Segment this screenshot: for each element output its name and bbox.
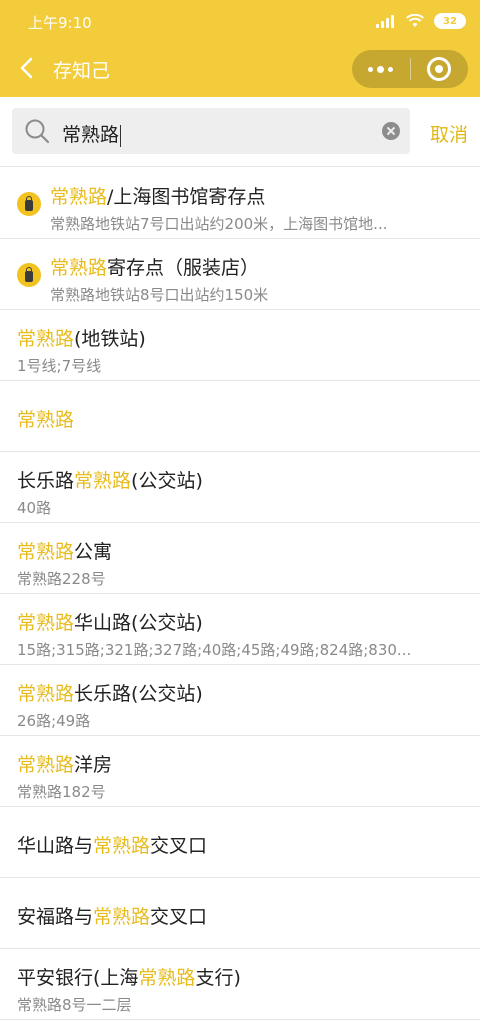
title-text: 交叉口: [150, 906, 208, 928]
title-text: 华山路(公交站): [74, 612, 203, 634]
result-row[interactable]: 平安银行(上海常熟路支行) 常熟路8号一二层: [0, 949, 480, 1020]
close-mini-program-button[interactable]: [410, 50, 468, 88]
title-text: 平安银行(上海: [17, 967, 139, 989]
result-row[interactable]: 华山路与常熟路交叉口: [0, 807, 480, 878]
result-subtitle: 常熟路地铁站8号口出站约150米: [50, 286, 269, 304]
highlighted-match: 常熟路: [17, 683, 75, 705]
result-row[interactable]: 常熟路(地铁站) 1号线;7号线: [0, 310, 480, 381]
search-icon: [25, 119, 50, 144]
search-input[interactable]: 常熟路: [12, 108, 410, 154]
result-row[interactable]: 常熟路长乐路(公交站) 26路;49路: [0, 665, 480, 736]
result-title: 华山路与常熟路交叉口: [17, 831, 207, 858]
result-row[interactable]: 常熟路寄存点（服装店） 常熟路地铁站8号口出站约150米: [0, 239, 480, 310]
search-area: 常熟路 取消: [0, 97, 480, 167]
highlighted-match: 常熟路: [17, 409, 75, 431]
highlighted-match: 常熟路: [138, 967, 196, 989]
results-list: 常熟路/上海图书馆寄存点 常熟路地铁站7号口出站约200米，上海图书馆地... 常熟…: [0, 168, 480, 1020]
result-subtitle: 15路;315路;321路;327路;40路;45路;49路;824路;830.…: [17, 641, 412, 659]
result-title: 常熟路华山路(公交站): [17, 608, 203, 635]
highlighted-match: 常熟路: [93, 835, 151, 857]
result-row[interactable]: 安福路与常熟路交叉口: [0, 878, 480, 949]
result-subtitle: 40路: [17, 499, 52, 517]
title-text: (地铁站): [74, 328, 146, 350]
status-bar: 上午9:10 32: [0, 0, 480, 40]
result-row[interactable]: 常熟路/上海图书馆寄存点常熟路地铁站7号口出站约200米，上海图书馆地...: [0, 168, 480, 239]
mini-program-capsule: [352, 50, 468, 88]
result-subtitle: 常熟路182号: [17, 783, 106, 801]
title-text: 洋房: [74, 754, 113, 776]
result-title: 平安银行(上海常熟路支行): [17, 963, 241, 990]
title-text: 安福路与: [17, 906, 94, 928]
battery-icon: 32: [434, 13, 466, 29]
luggage-store-icon: [17, 263, 41, 287]
page-title: 存知己: [53, 60, 111, 82]
luggage-store-icon: [17, 192, 41, 216]
result-title: 安福路与常熟路交叉口: [17, 902, 207, 929]
result-subtitle: 26路;49路: [17, 712, 91, 730]
more-dots-icon: [368, 65, 394, 73]
search-query-wrap: 常熟路: [62, 120, 122, 147]
highlighted-match: 常熟路: [17, 328, 75, 350]
result-subtitle: 常熟路228号: [17, 570, 106, 588]
wifi-icon: [406, 14, 424, 27]
title-text: 交叉口: [150, 835, 208, 857]
signal-icon: [376, 14, 396, 28]
highlighted-match: 常熟路: [50, 257, 108, 279]
result-row[interactable]: 常熟路洋房常熟路182号: [0, 736, 480, 807]
result-row[interactable]: 常熟路公寓常熟路228号: [0, 523, 480, 594]
result-row[interactable]: 常熟路: [0, 381, 480, 452]
header: 上午9:10 32 存知己: [0, 0, 480, 97]
result-row[interactable]: 常熟路华山路(公交站) 15路;315路;321路;327路;40路;45路;49…: [0, 594, 480, 665]
highlighted-match: 常熟路: [17, 754, 75, 776]
title-text: 寄存点（服装店）: [107, 257, 260, 279]
title-text: /上海图书馆寄存点: [107, 186, 266, 208]
search-query: 常熟路: [62, 124, 120, 146]
highlighted-match: 常熟路: [74, 470, 132, 492]
text-caret: [120, 124, 122, 147]
result-subtitle: 常熟路地铁站7号口出站约200米，上海图书馆地...: [50, 215, 388, 233]
title-bar: 存知己: [0, 40, 480, 97]
result-row[interactable]: 长乐路常熟路(公交站) 40路: [0, 452, 480, 523]
status-time: 上午9:10: [28, 14, 92, 32]
title-text: (公交站): [131, 470, 203, 492]
result-title: 常熟路: [17, 405, 74, 432]
title-text: 长乐路(公交站): [74, 683, 203, 705]
clear-icon[interactable]: [382, 122, 400, 140]
back-arrow-icon[interactable]: [16, 54, 40, 82]
battery-level: 32: [443, 15, 457, 27]
highlighted-match: 常熟路: [50, 186, 108, 208]
highlighted-match: 常熟路: [93, 906, 151, 928]
highlighted-match: 常熟路: [17, 541, 75, 563]
result-title: 常熟路长乐路(公交站): [17, 679, 203, 706]
title-text: 华山路与: [17, 835, 94, 857]
title-text: 长乐路: [17, 470, 75, 492]
title-text: 公寓: [74, 541, 113, 563]
highlighted-match: 常熟路: [17, 612, 75, 634]
result-title: 长乐路常熟路(公交站): [17, 466, 203, 493]
cancel-button[interactable]: 取消: [430, 120, 468, 147]
result-title: 常熟路/上海图书馆寄存点: [50, 182, 265, 209]
result-subtitle: 1号线;7号线: [17, 357, 102, 375]
target-icon: [427, 57, 452, 81]
result-title: 常熟路公寓: [17, 537, 112, 564]
more-menu-button[interactable]: [352, 50, 410, 88]
title-text: 支行): [195, 967, 241, 989]
result-title: 常熟路(地铁站): [17, 324, 146, 351]
result-subtitle: 常熟路8号一二层: [17, 996, 132, 1014]
result-title: 常熟路洋房: [17, 750, 112, 777]
result-title: 常熟路寄存点（服装店）: [50, 253, 259, 280]
status-icons: 32: [376, 12, 466, 30]
